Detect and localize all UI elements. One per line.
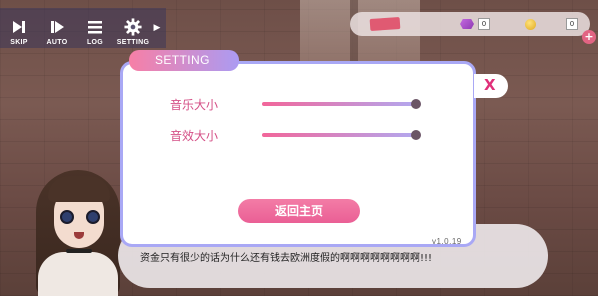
auto-play-icon xyxy=(49,17,65,37)
resource-bar: 0 0 xyxy=(350,12,590,36)
skip-icon xyxy=(11,17,27,37)
character-bangs xyxy=(48,176,110,202)
gem-count: 0 xyxy=(478,18,490,30)
sfx-volume-handle[interactable] xyxy=(411,130,421,140)
return-home-button[interactable]: 返回主页 xyxy=(238,199,360,223)
dialogue-text: 资金只有很少的话为什么还有钱去欧洲度假的啊啊啊啊啊啊啊啊!!! xyxy=(140,253,433,264)
coin-icon xyxy=(525,18,536,30)
coin-count: 0 xyxy=(566,18,578,30)
log-list-icon xyxy=(87,17,103,37)
auto-button[interactable]: AUTO xyxy=(38,8,76,48)
skip-button[interactable]: SKIP xyxy=(0,8,38,48)
character-portrait xyxy=(28,170,128,296)
sfx-volume-slider[interactable] xyxy=(262,133,416,137)
character-eye-right xyxy=(86,210,100,224)
sfx-volume-label: 音效大小 xyxy=(170,129,219,143)
character-choker xyxy=(66,249,92,253)
music-volume-slider[interactable] xyxy=(262,102,416,106)
top-toolbar: SKIP AUTO LOG SETTING ▶ xyxy=(0,8,166,48)
log-label: LOG xyxy=(86,39,104,46)
gear-icon xyxy=(124,17,142,37)
log-button[interactable]: LOG xyxy=(76,8,114,48)
character-shirt xyxy=(38,252,118,296)
add-currency-button[interactable]: + xyxy=(582,30,596,44)
setting-button[interactable]: SETTING xyxy=(114,8,152,48)
close-button[interactable]: X xyxy=(474,74,508,98)
character-eye-left xyxy=(60,210,74,224)
music-volume-handle[interactable] xyxy=(411,99,421,109)
chevron-right-icon[interactable]: ▶ xyxy=(152,8,162,48)
ticket-resource xyxy=(369,16,401,32)
coin-resource: 0 xyxy=(525,17,578,31)
setting-label: SETTING xyxy=(116,39,150,46)
gem-resource: 0 xyxy=(460,17,490,31)
gem-icon xyxy=(460,19,474,29)
ticket-icon xyxy=(369,16,401,32)
music-volume-label: 音乐大小 xyxy=(170,98,219,112)
settings-title: SETTING xyxy=(129,50,239,71)
version-label: v1.0.19 xyxy=(432,237,462,246)
skip-label: SKIP xyxy=(10,39,28,46)
auto-label: AUTO xyxy=(46,39,68,46)
